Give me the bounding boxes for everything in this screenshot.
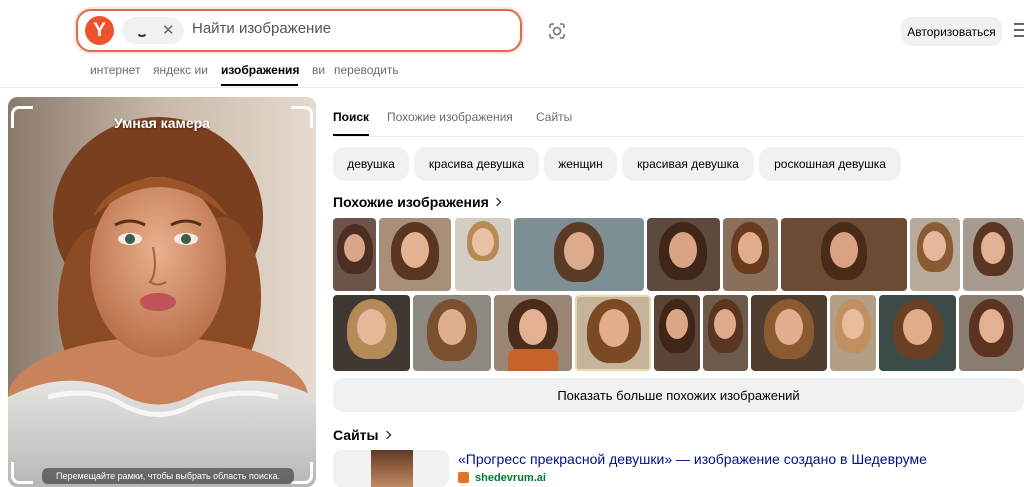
similar-image-thumb[interactable] [455,218,511,291]
similar-images-heading[interactable]: Похожие изображения [333,194,502,210]
crop-corner-bottom-right[interactable] [291,462,313,484]
tag-chip[interactable]: роскошная девушка [759,147,901,181]
similar-image-thumb[interactable] [963,218,1024,291]
login-button[interactable]: Авторизоваться [901,17,1002,46]
similar-image-thumb[interactable] [830,295,876,371]
similar-image-thumb[interactable] [654,295,700,371]
chevron-right-icon [492,197,502,207]
similar-image-thumb[interactable] [379,218,451,291]
crop-corner-bottom-left[interactable] [11,462,33,484]
similar-image-thumb[interactable] [959,295,1024,371]
tag-chip[interactable]: красива девушка [414,147,539,181]
header-divider [0,87,1024,88]
tag-chip[interactable]: девушка [333,147,409,181]
smart-camera-preview[interactable]: Умная камера Перемещайте рамки, чтобы вы… [8,97,316,487]
tab-similar-images[interactable]: Похожие изображения [387,110,513,124]
sites-heading[interactable]: Сайты [333,427,391,443]
preview-hint: Перемещайте рамки, чтобы выбрать область… [42,468,294,484]
nav-item-translate[interactable]: переводить [334,63,399,77]
yandex-logo-icon[interactable]: Y [85,16,114,45]
similar-image-thumb[interactable] [751,295,827,371]
similar-image-thumb[interactable] [723,218,778,291]
similar-image-thumb[interactable] [333,295,410,371]
tabs-divider [333,136,1024,137]
preview-title: Умная камера [114,115,210,131]
similar-image-thumb[interactable] [647,218,720,291]
tab-search[interactable]: Поиск [333,110,369,124]
tag-chip[interactable]: красивая девушка [622,147,754,181]
hamburger-menu-icon[interactable] [1014,23,1024,37]
similar-image-thumb[interactable] [575,295,651,371]
sites-title: Сайты [333,427,379,443]
tab-sites[interactable]: Сайты [536,110,572,124]
similar-image-thumb[interactable] [781,218,907,291]
camera-search-icon[interactable] [546,20,568,42]
nav-item-images[interactable]: изображения [221,63,299,77]
nav-item-yandex-ai[interactable]: яндекс ии [153,63,208,77]
nav-item-internet[interactable]: интернет [90,63,140,77]
tag-chip[interactable]: женщин [544,147,617,181]
site-result-domain[interactable]: shedevrum.ai [458,472,546,484]
similar-image-thumb[interactable] [494,295,572,371]
uploaded-image-chip[interactable]: ✕ [122,17,184,44]
similar-image-thumb[interactable] [703,295,748,371]
similar-image-thumb[interactable] [413,295,491,371]
chevron-right-icon [382,430,391,440]
show-more-similar-button[interactable]: Показать больше похожих изображений [333,378,1024,412]
similar-image-thumb[interactable] [910,218,960,291]
nav-active-underline [221,84,298,86]
site-result-thumb[interactable] [333,450,449,487]
preview-image [8,97,316,487]
loading-spinner-icon [136,25,148,37]
similar-image-thumb[interactable] [333,218,376,291]
site-result-title[interactable]: «Прогресс прекрасной девушки» — изображе… [458,451,927,467]
similar-images-title: Похожие изображения [333,194,489,210]
similar-image-thumb[interactable] [879,295,956,371]
similar-image-thumb[interactable] [514,218,644,291]
site-result-image [371,450,413,487]
site-favicon-icon [458,472,469,483]
close-icon[interactable]: ✕ [162,21,175,39]
site-domain-text: shedevrum.ai [475,472,546,484]
search-box[interactable]: Y ✕ [76,9,522,52]
nav-item-video[interactable]: ви [312,63,325,77]
search-input[interactable] [192,20,512,37]
